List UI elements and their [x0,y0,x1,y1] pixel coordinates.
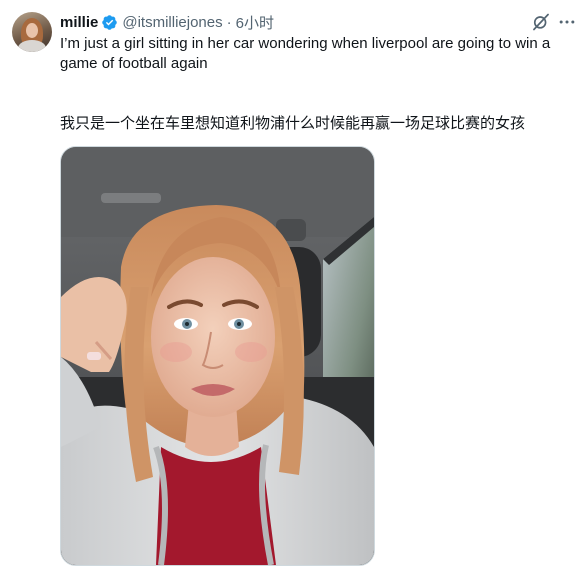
user-handle[interactable]: @itsmilliejones [122,14,222,31]
tweet-photo[interactable] [60,146,375,566]
tweet-translation: 我只是一个坐在车里想知道利物浦什么时候能再赢一场足球比赛的女孩 [60,115,526,132]
avatar-face [26,23,38,38]
verified-badge-icon [102,14,118,30]
display-name[interactable]: millie [60,14,98,31]
avatar-shirt [18,40,46,52]
tweet-text: I’m just a girl sitting in her car wonde… [60,35,551,72]
more-options-icon[interactable] [557,12,577,32]
header-separator: · [226,13,232,31]
selfie-photo-illustration [61,147,374,565]
avatar[interactable] [12,12,52,52]
timestamp[interactable]: 6小时 [236,12,274,33]
tweet-header: millie @itsmilliejones · 6小时 [60,12,274,32]
grok-icon[interactable] [531,12,551,32]
